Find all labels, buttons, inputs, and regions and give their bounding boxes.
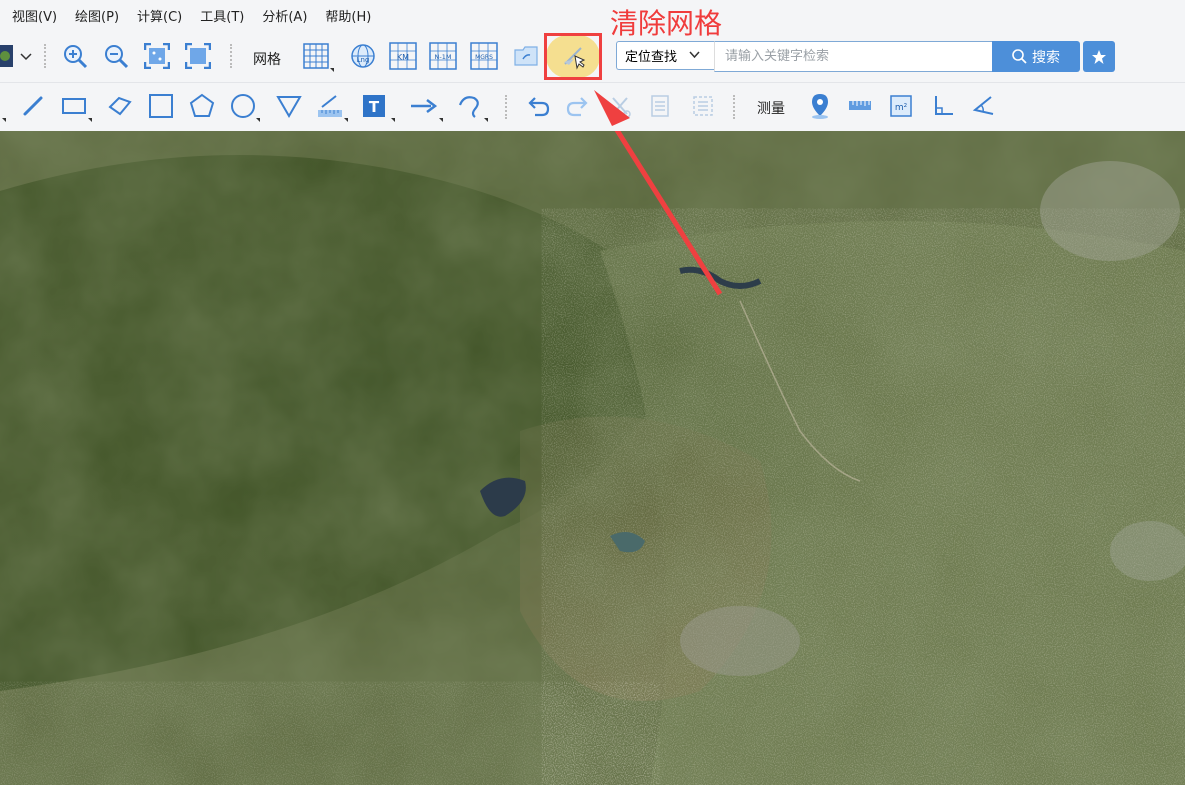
grid-label: 网格 bbox=[253, 52, 281, 68]
area-measure-icon[interactable]: m² bbox=[883, 88, 919, 124]
latlng-grid-icon[interactable]: Lng bbox=[345, 38, 381, 74]
location-pin-icon[interactable] bbox=[802, 88, 838, 124]
caret-icon[interactable] bbox=[344, 118, 348, 122]
line-tool-icon[interactable] bbox=[15, 88, 51, 124]
annotation-highlight-box bbox=[544, 33, 602, 80]
search-bar: 定位查找 搜索 bbox=[616, 41, 1080, 72]
text-tool-icon[interactable]: T bbox=[356, 88, 392, 124]
menu-analysis[interactable]: 分析(A) bbox=[262, 6, 307, 25]
mgrs-grid-icon[interactable]: MGRS bbox=[466, 38, 502, 74]
zoom-out-icon[interactable] bbox=[98, 38, 134, 74]
map-view[interactable] bbox=[0, 131, 1185, 785]
fit-extent-icon[interactable] bbox=[139, 38, 175, 74]
km-grid-icon[interactable]: KM bbox=[385, 38, 421, 74]
menu-view[interactable]: 视图(V) bbox=[12, 6, 57, 25]
text-tool-letter: T bbox=[369, 98, 380, 116]
search-mode-dropdown[interactable]: 定位查找 bbox=[616, 41, 714, 70]
angle-measure-icon[interactable] bbox=[965, 88, 1001, 124]
right-angle-icon[interactable] bbox=[925, 88, 961, 124]
ruler-label-tool-icon[interactable] bbox=[312, 88, 348, 124]
arrow-tool-icon[interactable] bbox=[405, 88, 441, 124]
search-button-label: 搜索 bbox=[1032, 49, 1060, 66]
rectangle-tool-icon[interactable] bbox=[56, 88, 92, 124]
menu-tools[interactable]: 工具(T) bbox=[200, 6, 244, 25]
star-icon bbox=[1091, 49, 1107, 65]
chevron-down-icon[interactable] bbox=[16, 38, 36, 74]
full-extent-icon[interactable] bbox=[180, 38, 216, 74]
square-tool-icon[interactable] bbox=[143, 88, 179, 124]
annotation-arrow bbox=[614, 131, 723, 296]
sector-tool-icon[interactable] bbox=[271, 88, 307, 124]
latlng-grid-text: Lng bbox=[357, 56, 370, 64]
search-input[interactable] bbox=[714, 41, 992, 72]
search-mode-value: 定位查找 bbox=[625, 50, 678, 65]
nm-grid-text: N-1M bbox=[435, 53, 452, 61]
folder-icon[interactable] bbox=[508, 38, 544, 74]
pentagon-tool-icon[interactable] bbox=[184, 88, 220, 124]
menu-help[interactable]: 帮助(H) bbox=[325, 6, 371, 25]
distance-ruler-icon[interactable] bbox=[842, 88, 878, 124]
caret-icon[interactable] bbox=[330, 68, 334, 72]
caret-icon[interactable] bbox=[88, 118, 92, 122]
menubar: 视图(V) 绘图(P) 计算(C) 工具(T) 分析(A) 帮助(H) bbox=[0, 0, 1185, 30]
menu-calc[interactable]: 计算(C) bbox=[137, 6, 182, 25]
paste-icon[interactable] bbox=[685, 88, 721, 124]
favorites-button[interactable] bbox=[1083, 41, 1115, 72]
separator bbox=[44, 44, 48, 68]
caret-icon[interactable] bbox=[439, 118, 443, 122]
caret-icon[interactable] bbox=[2, 118, 6, 122]
mgrs-grid-text: MGRS bbox=[475, 54, 493, 61]
zoom-in-icon[interactable] bbox=[57, 38, 93, 74]
caret-icon[interactable] bbox=[484, 118, 488, 122]
search-button[interactable]: 搜索 bbox=[992, 41, 1080, 72]
km-grid-text: KM bbox=[397, 53, 409, 62]
annotation-arrowhead bbox=[594, 90, 630, 126]
search-icon bbox=[1012, 49, 1027, 64]
annotation-title: 清除网格 bbox=[610, 7, 723, 40]
curve-tool-icon[interactable] bbox=[451, 88, 487, 124]
undo-icon[interactable] bbox=[520, 88, 556, 124]
area-unit-text: m² bbox=[895, 103, 908, 113]
separator bbox=[733, 95, 737, 119]
separator bbox=[230, 44, 234, 68]
separator bbox=[505, 95, 509, 119]
measure-label: 测量 bbox=[757, 101, 785, 117]
chevron-down-icon bbox=[689, 49, 700, 62]
grid-icon[interactable] bbox=[298, 38, 334, 74]
caret-icon[interactable] bbox=[256, 118, 260, 122]
polygon-tool-icon[interactable] bbox=[102, 88, 138, 124]
caret-icon[interactable] bbox=[391, 118, 395, 122]
nm-grid-icon[interactable]: N-1M bbox=[425, 38, 461, 74]
menu-draw[interactable]: 绘图(P) bbox=[75, 6, 119, 25]
